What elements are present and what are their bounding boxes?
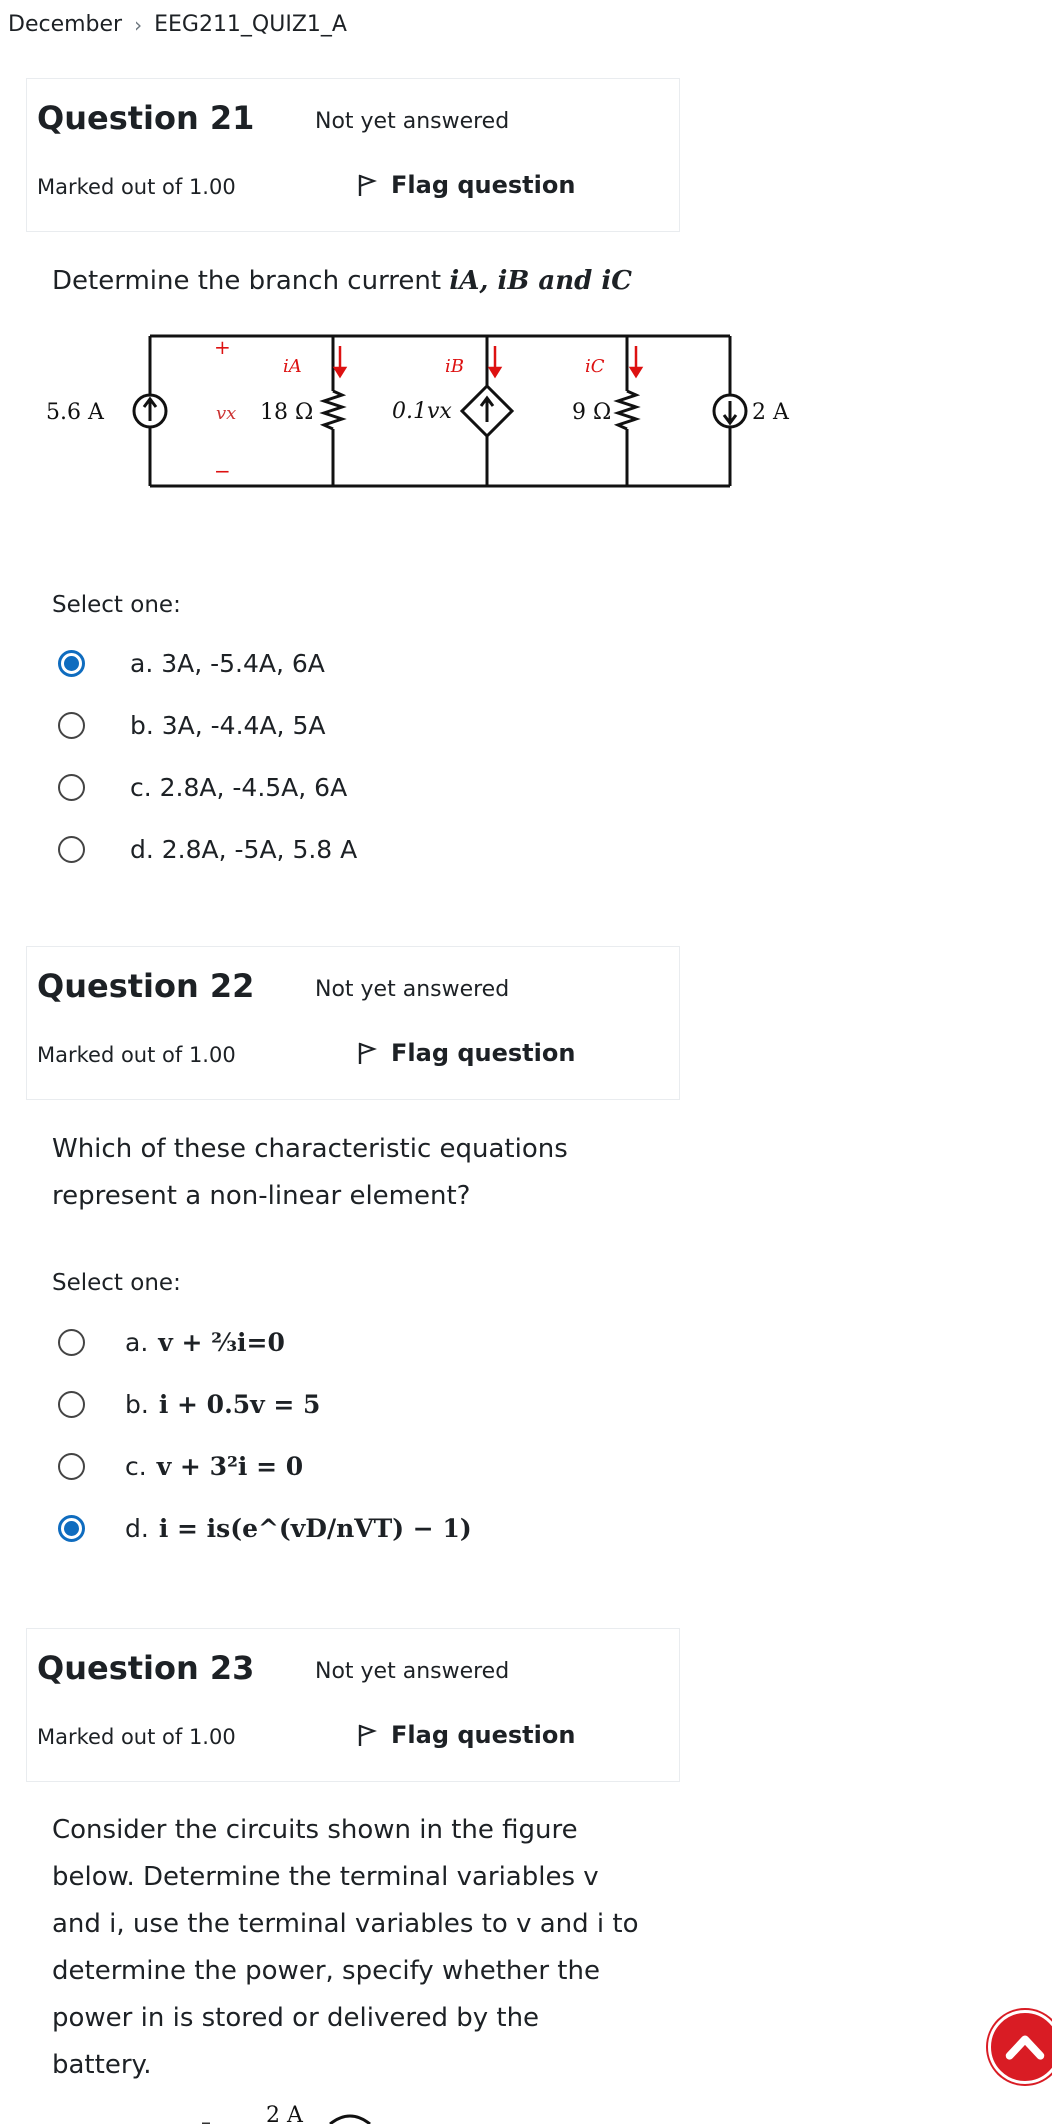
r1-label: 18 Ω bbox=[260, 400, 313, 425]
question-grade: Marked out of 1.00 bbox=[37, 1725, 236, 1749]
question-grade: Marked out of 1.00 bbox=[37, 175, 236, 199]
question-state: Not yet answered bbox=[315, 1659, 510, 1684]
source-left-label: 5.6 A bbox=[46, 400, 105, 425]
radio-button[interactable] bbox=[58, 1452, 85, 1480]
radio-button[interactable] bbox=[58, 1514, 85, 1542]
flag-icon bbox=[358, 1042, 377, 1064]
select-one-label: Select one: bbox=[52, 1270, 181, 1296]
flag-question-label: Flag question bbox=[391, 1039, 576, 1067]
question-number: Question 23 bbox=[37, 1649, 255, 1687]
ia-label: iA bbox=[283, 356, 302, 377]
flag-question-button[interactable]: Flag question bbox=[357, 1721, 575, 1749]
radio-button[interactable] bbox=[58, 773, 85, 801]
flag-icon bbox=[358, 174, 377, 196]
radio-button[interactable] bbox=[58, 1390, 85, 1418]
option-b[interactable]: b. i + 0.5v = 5 bbox=[58, 1384, 320, 1424]
radio-button[interactable] bbox=[58, 835, 85, 863]
ic-label: iC bbox=[585, 356, 605, 377]
question-text-22: Which of these characteristic equations … bbox=[52, 1134, 568, 1211]
question-state: Not yet answered bbox=[315, 977, 510, 1002]
option-d[interactable]: d. i = is(e^(vD/nVT) − 1) bbox=[58, 1508, 472, 1548]
question-number: Question 22 bbox=[37, 967, 255, 1005]
r2-label: 9 Ω bbox=[572, 400, 611, 425]
chevron-right-icon: › bbox=[134, 12, 143, 37]
option-d[interactable]: d. 2.8A, -5A, 5.8 A bbox=[58, 829, 357, 869]
radio-button[interactable] bbox=[58, 1328, 85, 1356]
chevron-up-icon bbox=[1005, 2035, 1045, 2060]
back-to-top-button[interactable] bbox=[988, 2010, 1052, 2084]
breadcrumb-item-december[interactable]: December bbox=[8, 12, 122, 37]
circuit-figure-partial: 2 A bbox=[202, 2103, 371, 2124]
question-info-23: Question 23 Not yet answered Marked out … bbox=[26, 1628, 680, 1782]
question-state: Not yet answered bbox=[315, 109, 510, 134]
flag-question-button[interactable]: Flag question bbox=[357, 1039, 575, 1067]
figure-label: 2 A bbox=[266, 2103, 304, 2124]
dep-source-label: 0.1vx bbox=[392, 399, 452, 424]
flag-question-label: Flag question bbox=[391, 171, 576, 199]
option-b[interactable]: b. 3A, -4.4A, 5A bbox=[58, 705, 325, 745]
question-math: iA, iB and iC bbox=[449, 266, 632, 296]
radio-button[interactable] bbox=[58, 649, 85, 677]
flag-icon bbox=[358, 1724, 377, 1746]
question-grade: Marked out of 1.00 bbox=[37, 1043, 236, 1067]
breadcrumb-item-quiz[interactable]: EEG211_QUIZ1_A bbox=[154, 12, 347, 37]
vx-label: vx bbox=[216, 403, 236, 424]
ib-label: iB bbox=[445, 356, 464, 377]
flag-question-button[interactable]: Flag question bbox=[357, 171, 575, 199]
option-a[interactable]: a. 3A, -5.4A, 6A bbox=[58, 643, 325, 683]
option-c[interactable]: c. v + 3²i = 0 bbox=[58, 1446, 303, 1486]
option-a[interactable]: a. v + ⅔i=0 bbox=[58, 1322, 285, 1362]
source-right-label: 2 A bbox=[752, 400, 790, 425]
minus-sign: − bbox=[214, 459, 231, 483]
radio-button[interactable] bbox=[58, 711, 85, 739]
flag-question-label: Flag question bbox=[391, 1721, 576, 1749]
question-info-22: Question 22 Not yet answered Marked out … bbox=[26, 946, 680, 1100]
circuit-diagram: 5.6 A + − vx 18 Ω 0.1vx 9 Ω 2 A iA iB iC bbox=[46, 334, 790, 488]
question-text-23: Consider the circuits shown in the figur… bbox=[52, 1815, 639, 2080]
select-one-label: Select one: bbox=[52, 592, 181, 618]
question-info-21: Question 21 Not yet answered Marked out … bbox=[26, 78, 680, 232]
question-number: Question 21 bbox=[37, 99, 255, 137]
breadcrumb: December › EEG211_QUIZ1_A bbox=[8, 12, 347, 37]
option-c[interactable]: c. 2.8A, -4.5A, 6A bbox=[58, 767, 347, 807]
plus-sign: + bbox=[214, 335, 231, 359]
